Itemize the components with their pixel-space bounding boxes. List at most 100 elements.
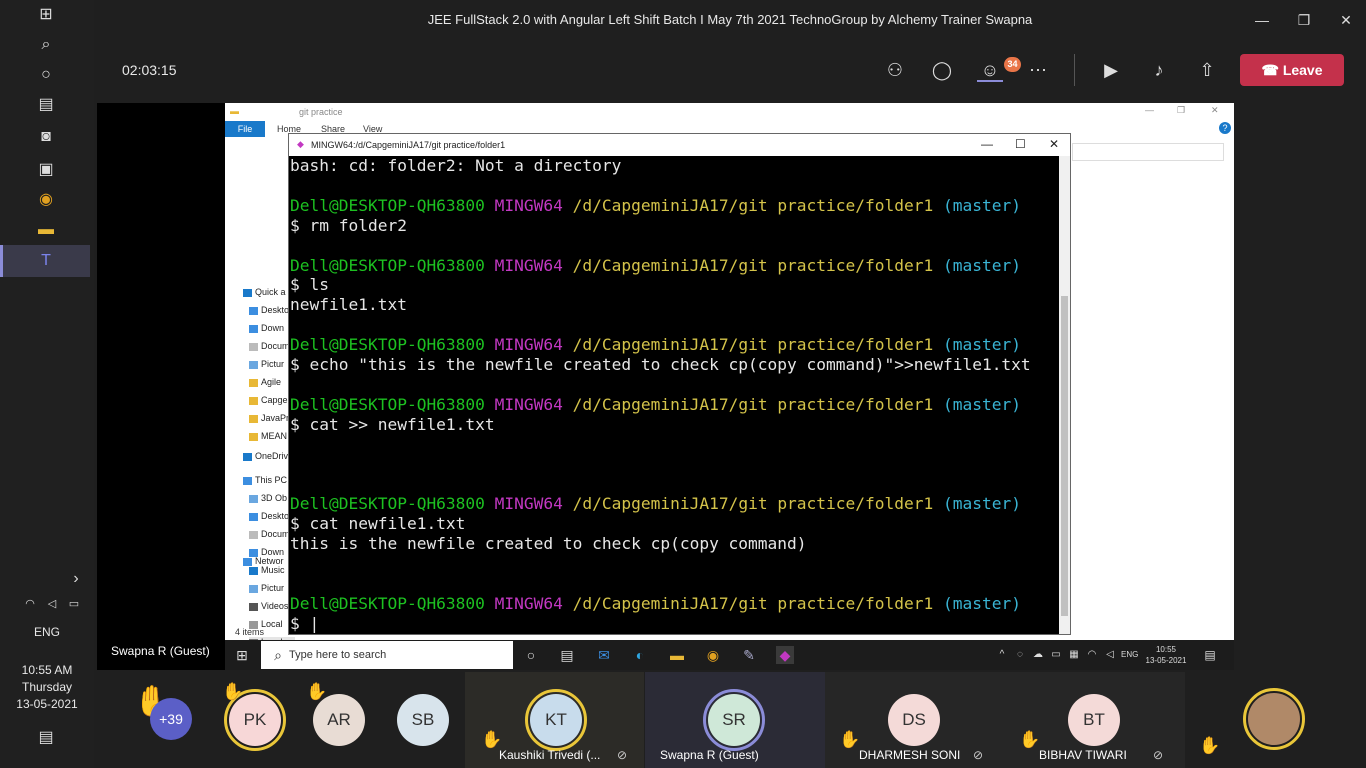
terminal-maximize-icon[interactable]: ☐	[1015, 137, 1026, 151]
leave-button[interactable]: ☎ Leave	[1240, 54, 1344, 86]
overflow-count[interactable]: +39	[150, 698, 192, 740]
teams-icon[interactable]: T	[36, 251, 56, 271]
network-icon	[243, 557, 252, 566]
participant-tile[interactable]: DS ✋ DHARMESH SONI ⊘	[825, 672, 1005, 768]
share-icon[interactable]: ⇧	[1194, 58, 1220, 82]
participants-strip: ✋ +39 ✋ PK ✋ AR SB KT ✋ Kaushiki Trivedi…	[94, 672, 1366, 768]
leave-label: Leave	[1282, 62, 1323, 78]
explorer-minimize-icon[interactable]: —	[1145, 105, 1154, 115]
prompt-line: Dell@DESKTOP-QH63800 MINGW64 /d/Capgemin…	[290, 593, 1021, 613]
explorer-maximize-icon[interactable]: ❐	[1177, 105, 1185, 116]
file-explorer-icon[interactable]: ▬	[36, 220, 56, 240]
avatar: SR	[708, 694, 760, 746]
scrollbar-thumb[interactable]	[1061, 296, 1068, 616]
terminal-prompt[interactable]: $	[290, 614, 300, 633]
reactions-icon[interactable]: ☺	[977, 58, 1003, 82]
more-icon[interactable]: ⋯	[1025, 58, 1051, 82]
explorer-close-icon[interactable]: ✕	[1211, 105, 1219, 116]
language-indicator[interactable]: ENG	[0, 625, 94, 639]
taskbar-clock[interactable]: 10:55 13-05-2021	[1141, 644, 1191, 666]
task-view-icon[interactable]: ▤	[36, 95, 56, 115]
terminal-command: $ echo "this is the newfile created to c…	[290, 355, 1031, 375]
people-icon[interactable]: ⚇	[882, 58, 908, 82]
chrome-icon[interactable]: ◉	[704, 646, 722, 664]
nav-network[interactable]: Networ	[243, 556, 289, 566]
wifi-icon[interactable]: ◠	[1083, 646, 1101, 664]
close-icon[interactable]: ✕	[1334, 8, 1358, 32]
mic-off-icon[interactable]: ♪	[1146, 58, 1172, 82]
tray-icon[interactable]: ▦	[1065, 646, 1083, 664]
participant-tile[interactable]: BT ✋ BIBHAV TIWARI ⊘	[1005, 672, 1185, 768]
paint-icon[interactable]: ✎	[740, 646, 758, 664]
nav-quick-access[interactable]: Quick a	[243, 287, 289, 297]
terminal-output[interactable]: bash: cd: folder2: Not a directory Dell@…	[289, 156, 1059, 634]
participant-name: Swapna R (Guest)	[660, 748, 759, 762]
task-view-icon[interactable]: ▤	[558, 646, 576, 664]
search-icon[interactable]: ⌕	[36, 35, 56, 55]
photos-app-icon[interactable]: ▣	[36, 160, 56, 180]
help-icon[interactable]: ?	[1219, 122, 1231, 134]
avatar[interactable]: PK	[229, 694, 281, 746]
camera-app-icon[interactable]: ◙	[36, 127, 56, 147]
document-icon	[249, 342, 258, 351]
avatar[interactable]: AR	[313, 694, 365, 746]
avatar: DS	[888, 694, 940, 746]
meeting-title: JEE FullStack 2.0 with Angular Left Shif…	[427, 12, 1033, 27]
terminal-close-icon[interactable]: ✕	[1049, 137, 1059, 151]
chevron-right-icon[interactable]: ›	[66, 569, 86, 589]
minimize-icon[interactable]: —	[1250, 8, 1274, 32]
terminal-cursor: |	[299, 613, 320, 633]
ribbon-tab-file[interactable]: File	[225, 121, 265, 137]
meeting-timer: 02:03:15	[122, 62, 177, 78]
explorer-search-box[interactable]	[1072, 143, 1224, 161]
volume-icon[interactable]: ◁	[1101, 646, 1119, 664]
explorer-status: 4 items	[235, 627, 265, 637]
participant-tile[interactable]: SR Swapna R (Guest)	[645, 672, 825, 768]
clock-time[interactable]: 10:55 AM	[0, 663, 94, 677]
raised-hand-icon: ✋	[481, 730, 503, 749]
download-icon	[249, 324, 258, 333]
mic-off-icon: ⊘	[973, 748, 984, 762]
windows-start-icon[interactable]: ⊞	[233, 646, 251, 664]
camera-off-icon[interactable]: ▶	[1098, 58, 1124, 82]
battery-icon[interactable]: ▭	[64, 594, 84, 614]
cortana-icon[interactable]: ○	[36, 65, 56, 85]
file-explorer-icon[interactable]: ▬	[668, 646, 686, 664]
chat-icon[interactable]: ◯	[929, 58, 955, 82]
terminal-title-bar: ◆ MINGW64:/d/CapgeminiJA17/git practice/…	[289, 134, 1070, 156]
nav-this-pc[interactable]: This PC	[243, 475, 289, 485]
pictures-icon	[249, 360, 258, 369]
edge-icon[interactable]: ◐	[631, 646, 649, 664]
wifi-icon[interactable]: ◠	[20, 594, 40, 614]
notifications-icon[interactable]: ▤	[36, 728, 56, 748]
prompt-line: Dell@DESKTOP-QH63800 MINGW64 /d/Capgemin…	[290, 494, 1021, 514]
avatar: BT	[1068, 694, 1120, 746]
chrome-icon[interactable]: ◉	[36, 190, 56, 210]
taskbar-search[interactable]: Type here to search	[261, 641, 513, 669]
maximize-icon[interactable]: ❐	[1292, 8, 1316, 32]
volume-icon[interactable]: ◁	[42, 594, 62, 614]
mic-off-icon: ⊘	[617, 748, 628, 762]
terminal-output-line: this is the newfile created to check cp(…	[290, 534, 807, 554]
avatar[interactable]: SB	[397, 694, 449, 746]
cortana-icon[interactable]: ○	[522, 646, 540, 664]
terminal-minimize-icon[interactable]: —	[981, 137, 993, 151]
terminal-window[interactable]: ◆ MINGW64:/d/CapgeminiJA17/git practice/…	[288, 133, 1071, 635]
git-bash-icon[interactable]: ◆	[776, 646, 794, 664]
tray-chevron-icon[interactable]: ^	[993, 646, 1011, 664]
cloud-icon[interactable]: ☁	[1029, 646, 1047, 664]
language-indicator[interactable]: ENG	[1121, 650, 1138, 659]
self-view-tile[interactable]: ✋	[1185, 672, 1366, 768]
windows-start-icon[interactable]: ⊞	[36, 5, 56, 25]
notifications-icon[interactable]: ▤	[1201, 646, 1219, 664]
explorer-title-bar: git practice ▬ — ❐ ✕	[225, 103, 1234, 121]
mail-icon[interactable]: ✉	[595, 646, 613, 664]
avatar: KT	[530, 694, 582, 746]
terminal-scrollbar[interactable]	[1059, 156, 1070, 634]
windows-taskbar: ⊞ ⌕ ○ ▤ ◙ ▣ ◉ ▬ T › ◠ ◁ ▭ ENG 10:55 AM T…	[0, 0, 94, 768]
nav-onedrive[interactable]: OneDriv	[243, 451, 289, 461]
clock-date: 13-05-2021	[16, 697, 78, 711]
tray-icon[interactable]: ◌	[1011, 646, 1029, 664]
tray-icon[interactable]: ▭	[1047, 646, 1065, 664]
participant-tile[interactable]: KT ✋ Kaushiki Trivedi (... ⊘	[465, 672, 644, 768]
